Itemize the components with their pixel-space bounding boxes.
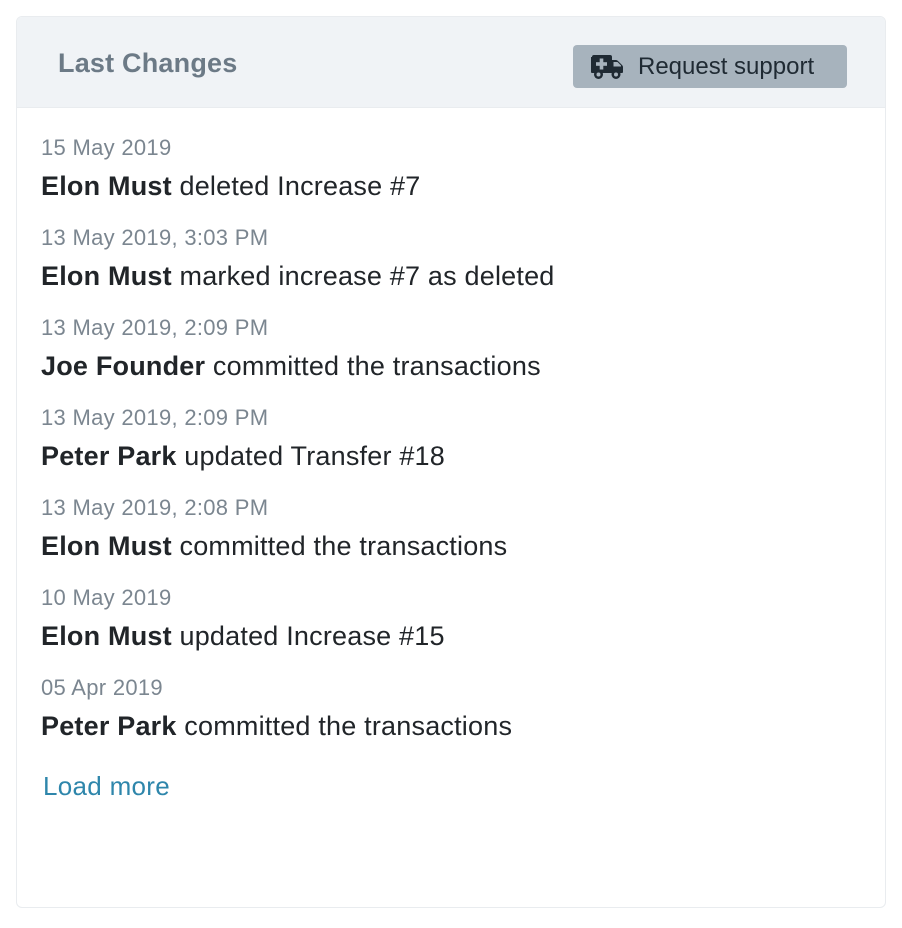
change-date: 13 May 2019, 3:03 PM (41, 225, 269, 250)
change-date: 13 May 2019, 2:09 PM (41, 405, 269, 430)
change-date: 13 May 2019, 2:08 PM (41, 495, 269, 520)
load-more-link[interactable]: Load more (43, 770, 170, 802)
list-item: 13 May 2019, 2:09 PM Peter Park updated … (41, 403, 841, 493)
list-item: 13 May 2019, 2:08 PM Elon Must committed… (41, 493, 841, 583)
card-title: Last Changes (58, 48, 238, 78)
change-action: committed the transactions (184, 711, 513, 741)
change-actor: Peter Park (41, 441, 177, 471)
list-item: 13 May 2019, 2:09 PM Joe Founder committ… (41, 313, 841, 403)
request-support-button[interactable]: Request support (573, 45, 847, 88)
change-date: 15 May 2019 (41, 135, 172, 160)
change-description: Peter Park updated Transfer #18 (41, 440, 445, 472)
change-action: updated Increase #15 (179, 621, 445, 651)
change-action: committed the transactions (212, 351, 541, 381)
change-date: 05 Apr 2019 (41, 675, 163, 700)
change-date: 10 May 2019 (41, 585, 172, 610)
change-actor: Elon Must (41, 171, 172, 201)
change-description: Elon Must marked increase #7 as deleted (41, 260, 555, 292)
change-actor: Elon Must (41, 621, 172, 651)
change-action: committed the transactions (179, 531, 508, 561)
card-header: Last Changes Request support (17, 17, 885, 108)
change-action: updated Transfer #18 (184, 441, 445, 471)
change-actor: Elon Must (41, 261, 172, 291)
change-actor: Elon Must (41, 531, 172, 561)
change-description: Peter Park committed the transactions (41, 710, 512, 742)
list-item: 10 May 2019 Elon Must updated Increase #… (41, 583, 841, 673)
change-description: Elon Must deleted Increase #7 (41, 170, 420, 202)
request-support-label: Request support (638, 52, 815, 80)
list-item: 05 Apr 2019 Peter Park committed the tra… (41, 673, 841, 763)
change-description: Elon Must updated Increase #15 (41, 620, 445, 652)
list-item: 13 May 2019, 3:03 PM Elon Must marked in… (41, 223, 841, 313)
change-actor: Joe Founder (41, 351, 206, 381)
changes-list: 15 May 2019 Elon Must deleted Increase #… (41, 133, 841, 763)
list-item: 15 May 2019 Elon Must deleted Increase #… (41, 133, 841, 223)
change-description: Elon Must committed the transactions (41, 530, 507, 562)
change-action: deleted Increase #7 (179, 171, 421, 201)
ambulance-icon (591, 54, 623, 79)
change-description: Joe Founder committed the transactions (41, 350, 541, 382)
change-action: marked increase #7 as deleted (179, 261, 555, 291)
change-date: 13 May 2019, 2:09 PM (41, 315, 269, 340)
change-actor: Peter Park (41, 711, 177, 741)
